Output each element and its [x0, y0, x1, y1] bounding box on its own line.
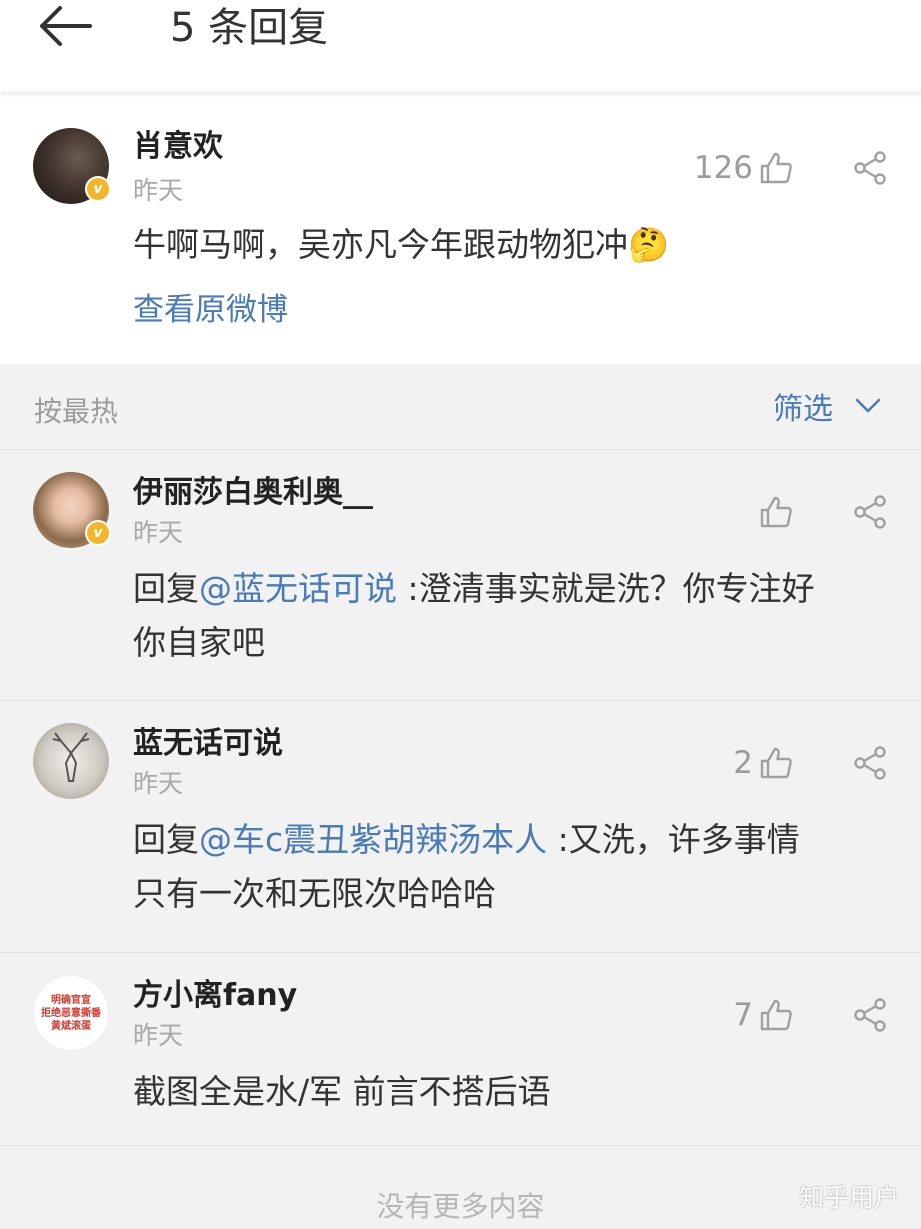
- sort-label[interactable]: 按最热: [34, 390, 118, 430]
- timestamp: 昨天: [133, 1021, 184, 1050]
- divider: [0, 1145, 921, 1146]
- chevron-down-icon: [855, 398, 881, 413]
- sort-bar: 按最热 筛选: [0, 364, 921, 450]
- avatar-text: 拒绝恶意撕番: [41, 1007, 101, 1019]
- verified-badge-icon: v: [85, 176, 111, 202]
- timestamp: 昨天: [133, 518, 184, 547]
- timestamp: 昨天: [133, 769, 184, 798]
- page-title: 5 条回复: [170, 5, 329, 51]
- timestamp: 昨天: [133, 176, 184, 205]
- like-button[interactable]: 126: [694, 148, 793, 188]
- no-more-content-label: 没有更多内容: [376, 1190, 545, 1223]
- thumbs-up-icon: [760, 496, 792, 528]
- avatar[interactable]: v: [33, 472, 111, 548]
- username[interactable]: 肖意欢: [133, 130, 223, 164]
- reply-text: 截图全是水/军 前言不搭后语: [133, 1072, 551, 1111]
- watermark: 知乎用户: [798, 1183, 899, 1212]
- avatar-text: 明确官宣: [51, 994, 91, 1006]
- like-button[interactable]: 7: [733, 995, 793, 1035]
- thinking-emoji-icon: 🤔: [628, 225, 670, 264]
- like-count: 7: [733, 997, 753, 1033]
- share-icon[interactable]: [853, 495, 887, 529]
- filter-label: 筛选: [773, 392, 833, 427]
- thumbs-up-icon: [760, 747, 792, 779]
- verified-badge-icon: v: [85, 520, 111, 546]
- view-original-link[interactable]: 查看原微博: [133, 292, 288, 328]
- top-bar: 5 条回复: [0, 0, 921, 92]
- back-arrow-icon[interactable]: [38, 6, 98, 46]
- main-comment: v 肖意欢 昨天 126 牛啊马啊，吴亦凡今年跟动物犯冲🤔 查看原微博: [0, 92, 921, 364]
- reply-item: 明确官宣 拒绝恶意撕番 黄斌滚蛋 方小离fany 昨天 7 截图全是水/军 前言…: [0, 953, 921, 1145]
- like-button[interactable]: [753, 492, 793, 532]
- filter-button[interactable]: 筛选: [773, 386, 881, 427]
- reply-item: 蓝无话可说 昨天 2 回复@车c震丑紫胡辣汤本人 :又洗，许多事情 只有一次和无限…: [0, 701, 921, 952]
- reply-text: 回复@蓝无话可说 :澄清事实就是洗？你专注好 你自家吧: [133, 569, 815, 662]
- comment-text: 牛啊马啊，吴亦凡今年跟动物犯冲🤔: [133, 225, 670, 264]
- reply-text: 回复@车c震丑紫胡辣汤本人 :又洗，许多事情 只有一次和无限次哈哈哈: [133, 820, 800, 913]
- share-icon[interactable]: [853, 151, 887, 185]
- username[interactable]: 伊丽莎白奥利奥__: [133, 476, 373, 510]
- avatar[interactable]: [33, 723, 109, 799]
- share-icon[interactable]: [853, 998, 887, 1032]
- deer-icon: [52, 732, 90, 782]
- like-count: 2: [733, 745, 753, 781]
- mention-link[interactable]: @蓝无话可说: [199, 569, 397, 608]
- avatar-text: 黄斌滚蛋: [51, 1020, 91, 1032]
- mention-link[interactable]: @车c震丑紫胡辣汤本人: [199, 820, 547, 859]
- like-button[interactable]: 2: [733, 743, 793, 783]
- avatar[interactable]: v: [33, 128, 111, 204]
- username[interactable]: 方小离fany: [133, 979, 297, 1013]
- avatar[interactable]: 明确官宣 拒绝恶意撕番 黄斌滚蛋: [33, 975, 109, 1051]
- reply-item: v 伊丽莎白奥利奥__ 昨天 回复@蓝无话可说 :澄清事实就是洗？你专注好 你自家…: [0, 450, 921, 700]
- thumbs-up-icon: [760, 152, 792, 184]
- like-count: 126: [693, 150, 753, 186]
- thumbs-up-icon: [760, 999, 792, 1031]
- share-icon[interactable]: [853, 746, 887, 780]
- username[interactable]: 蓝无话可说: [133, 727, 283, 761]
